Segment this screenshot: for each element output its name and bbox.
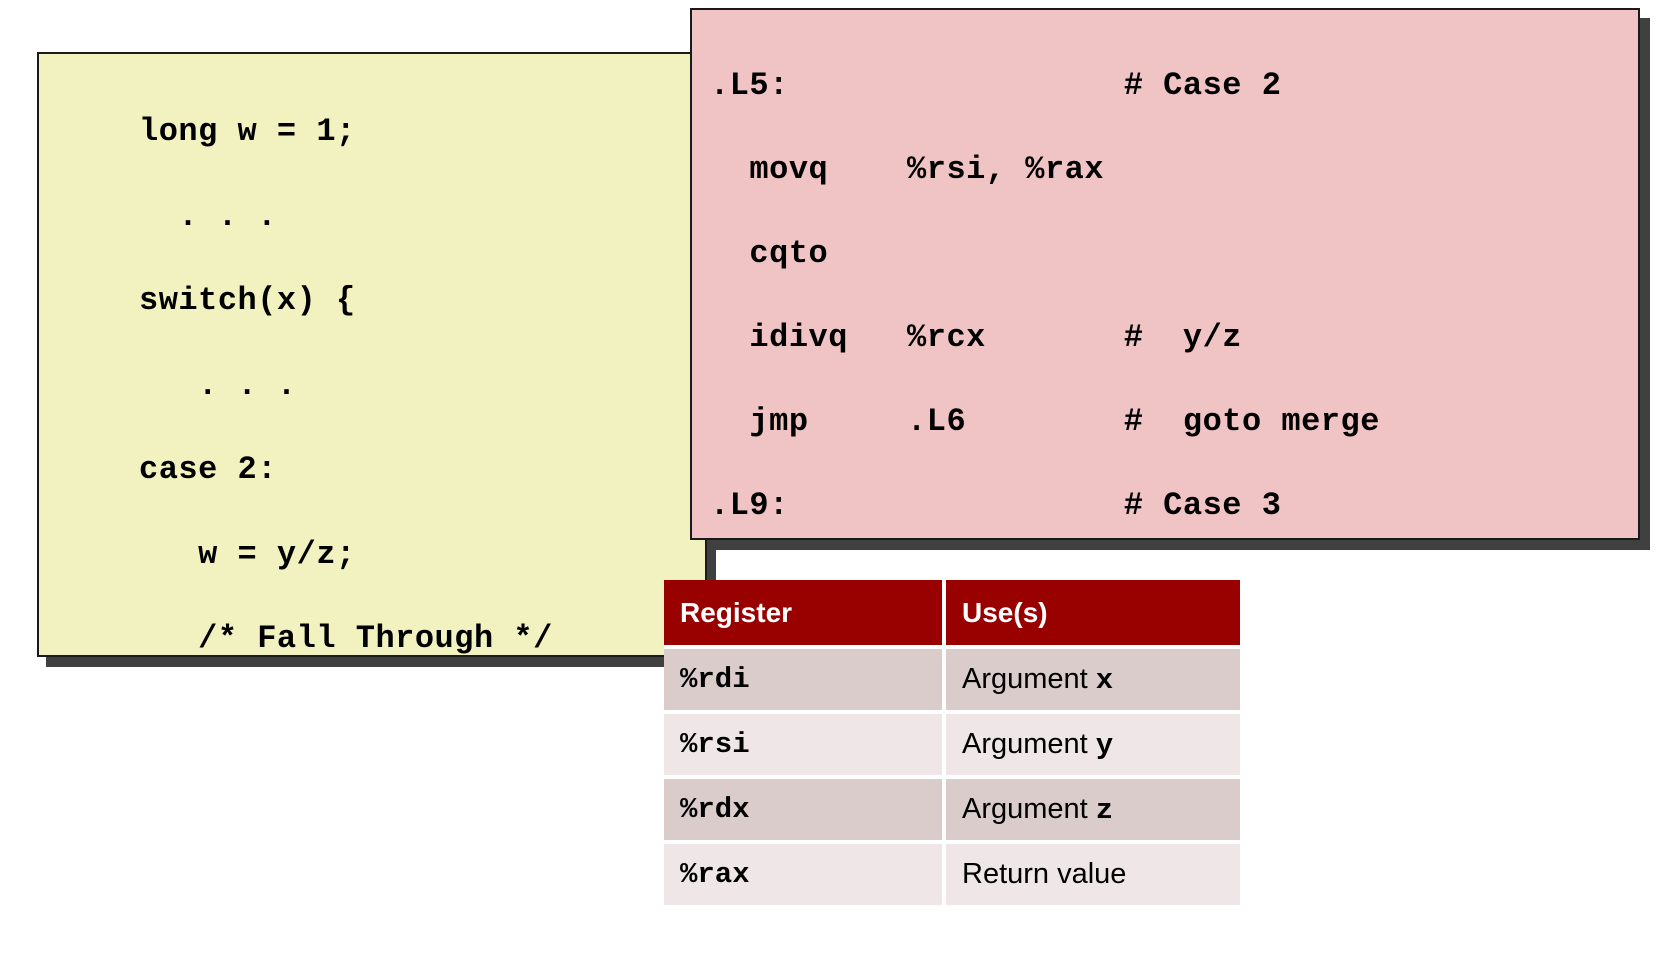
c-code-line: /* Fall Through */ [139, 620, 553, 657]
c-code-line: case 2: [139, 451, 277, 488]
use-variable: y [1095, 728, 1114, 762]
c-code-line: switch(x) { [139, 282, 356, 319]
table-row: %rdi Argument x [664, 645, 1240, 710]
assembly-line: cqto [710, 235, 829, 272]
register-name: %rsi [664, 710, 946, 775]
use-text: Argument [962, 662, 1096, 695]
register-use: Argument y [946, 710, 1240, 775]
register-use: Argument z [946, 775, 1240, 840]
c-code-box: long w = 1; . . . switch(x) { . . . case… [37, 52, 707, 657]
use-variable: x [1095, 663, 1114, 697]
c-code-line: w = y/z; [139, 535, 356, 573]
use-text: Return value [962, 857, 1127, 890]
assembly-line: idivq %rcx # y/z [710, 319, 1242, 356]
assembly-line: movq %rsi, %rax [710, 151, 1105, 188]
assembly-line: jmp .L6 # goto merge [710, 403, 1380, 440]
register-name: %rdi [664, 645, 946, 710]
use-text: Argument [962, 727, 1096, 760]
register-name: %rdx [664, 775, 946, 840]
register-use: Return value [946, 840, 1240, 905]
column-header-uses: Use(s) [946, 580, 1240, 645]
assembly-line: .L9: # Case 3 [710, 487, 1282, 524]
assembly-code-box: .L5: # Case 2 movq %rsi, %rax cqto idivq… [690, 8, 1640, 540]
assembly-line: .L5: # Case 2 [710, 67, 1282, 104]
use-variable: z [1095, 793, 1114, 827]
use-text: Argument [962, 792, 1096, 825]
column-header-register: Register [664, 580, 946, 645]
register-usage-table: Register Use(s) %rdi Argument x %rsi Arg… [664, 580, 1240, 905]
table-row: %rsi Argument y [664, 710, 1240, 775]
table-header-row: Register Use(s) [664, 580, 1240, 645]
register-use: Argument x [946, 645, 1240, 710]
table-row: %rdx Argument z [664, 775, 1240, 840]
c-code-line: . . . [139, 197, 277, 235]
c-code-line: . . . [139, 366, 297, 404]
register-name: %rax [664, 840, 946, 905]
c-code-line: long w = 1; [139, 113, 356, 150]
table-row: %rax Return value [664, 840, 1240, 905]
